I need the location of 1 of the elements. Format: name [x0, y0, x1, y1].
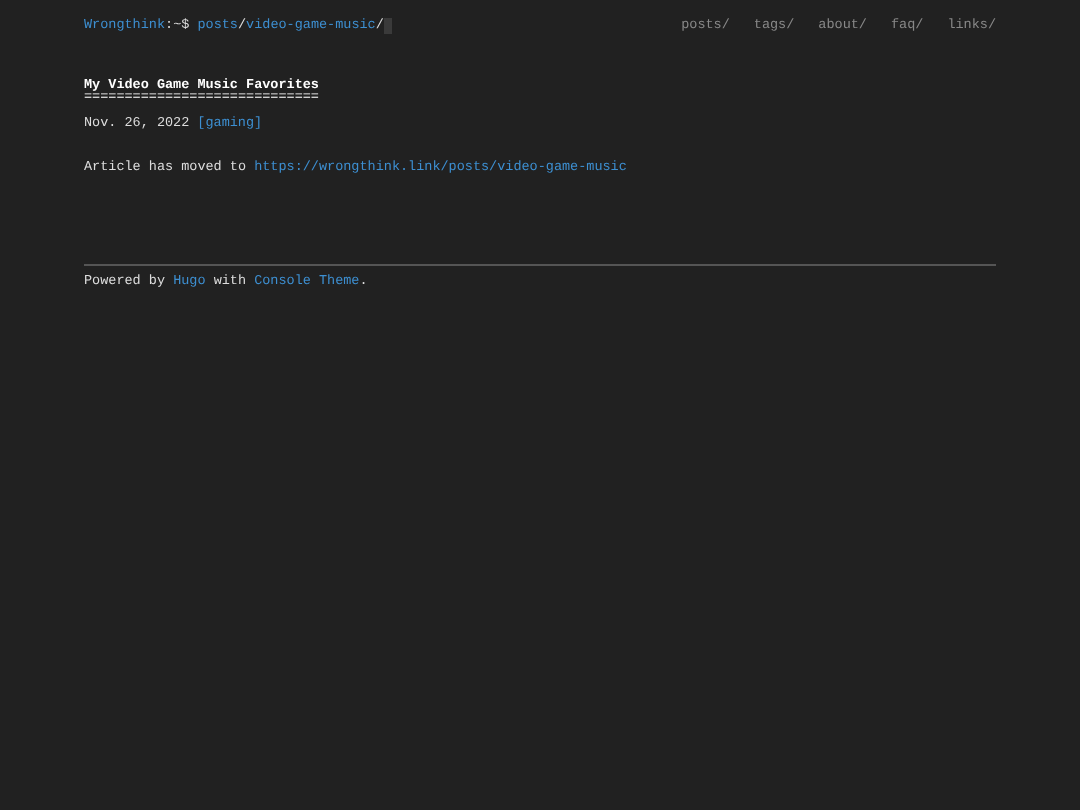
cursor: [383, 18, 392, 35]
